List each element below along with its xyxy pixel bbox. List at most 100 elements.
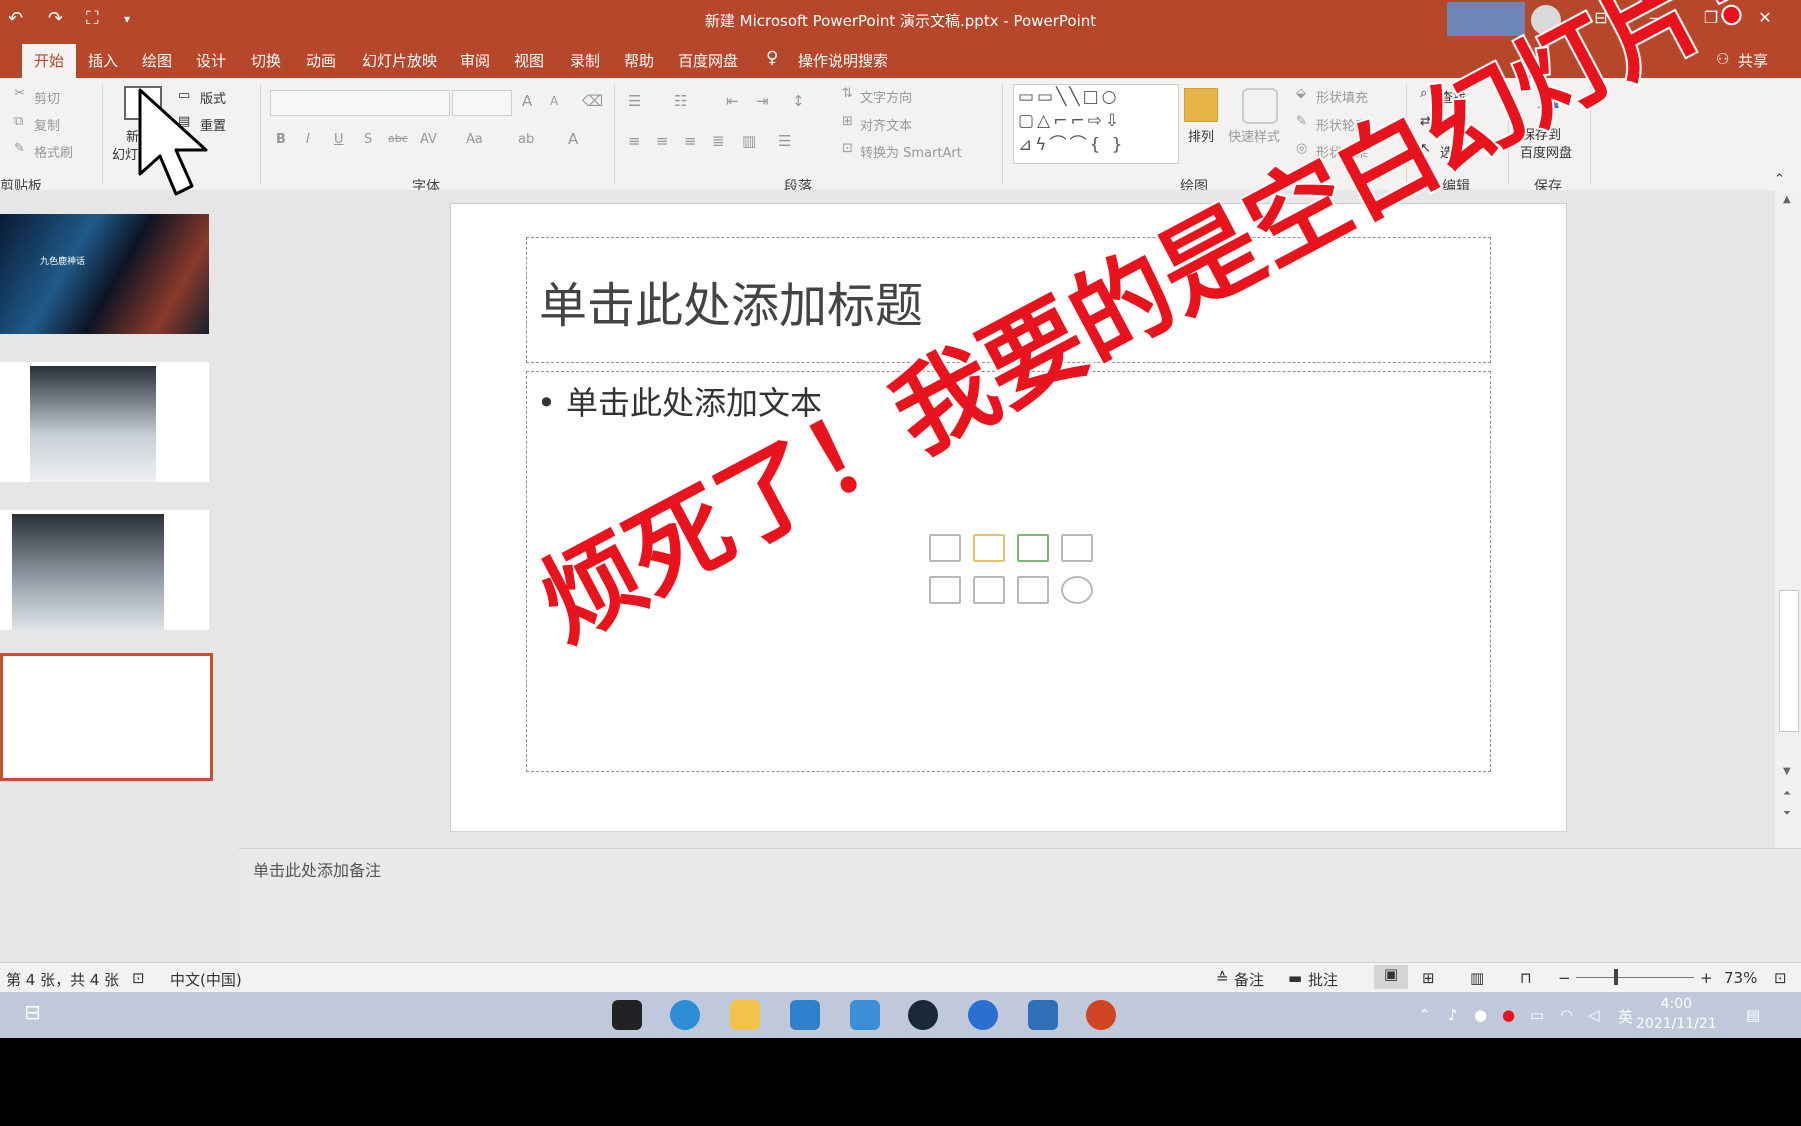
copy-button[interactable]: 复制 — [34, 115, 60, 134]
insert-table-icon[interactable] — [929, 534, 961, 562]
previous-slide-icon[interactable]: ⏶ — [1783, 788, 1791, 799]
slide-sorter-icon[interactable]: ⊞ — [1422, 969, 1435, 987]
shadow-button[interactable]: S — [364, 132, 372, 147]
increase-indent-icon[interactable]: ⇥ — [756, 92, 769, 110]
zoom-in-button[interactable]: + — [1700, 969, 1713, 987]
tab-slideshow[interactable]: 幻灯片放映 — [362, 50, 437, 71]
tell-me-search[interactable]: 操作说明搜索 — [798, 50, 888, 71]
wifi-icon[interactable]: ◠ — [1560, 1006, 1573, 1024]
reading-view-icon[interactable]: ▥ — [1470, 969, 1484, 987]
battery-icon[interactable]: ▭ — [1530, 1006, 1544, 1024]
font-size-combo[interactable] — [452, 90, 512, 116]
volume-icon[interactable]: ◁ — [1588, 1006, 1600, 1024]
decrease-indent-icon[interactable]: ⇤ — [726, 92, 739, 110]
arrange-button[interactable]: 排列 — [1188, 126, 1214, 145]
powerpoint-icon[interactable] — [1086, 1000, 1116, 1030]
tab-baidu[interactable]: 百度网盘 — [678, 50, 738, 71]
fit-to-window-icon[interactable]: ⊡ — [1774, 969, 1787, 987]
tray-app-icon[interactable]: ● — [1502, 1006, 1515, 1024]
font-name-combo[interactable] — [270, 90, 450, 116]
zoom-slider-track[interactable] — [1576, 977, 1694, 978]
notification-center-icon[interactable]: ▤ — [1746, 1006, 1760, 1024]
input-language[interactable]: 英 — [1618, 1006, 1633, 1027]
font-color-button[interactable]: A — [568, 130, 578, 148]
slide-thumbnail-4[interactable] — [0, 653, 213, 781]
clear-format-icon[interactable]: ⌫ — [582, 92, 603, 110]
slide-thumbnail-3[interactable] — [0, 510, 209, 630]
notes-pane[interactable]: 单击此处添加备注 — [239, 848, 1801, 963]
scroll-up-icon[interactable]: ▲ — [1783, 194, 1791, 205]
align-text-icon[interactable]: ☰ — [778, 132, 791, 150]
vertical-scrollbar[interactable]: ▲ ▼ ⏶ ⏷ — [1775, 190, 1801, 848]
comments-icon[interactable]: ▬ — [1288, 969, 1302, 987]
slideshow-view-icon[interactable]: ⊓ — [1520, 969, 1532, 987]
bullets-icon[interactable]: ☰ — [628, 92, 641, 110]
file-explorer-icon[interactable] — [730, 1000, 760, 1030]
insert-3d-model-icon[interactable] — [1061, 534, 1093, 562]
microphone-icon[interactable]: ♪ — [1448, 1006, 1458, 1024]
slide-thumbnail-2[interactable] — [0, 362, 209, 482]
numbering-icon[interactable]: ☷ — [674, 92, 687, 110]
insert-video-icon[interactable] — [1017, 576, 1049, 604]
tab-draw[interactable]: 绘图 — [142, 50, 172, 71]
tab-home[interactable]: 开始 — [22, 44, 77, 79]
align-right-icon[interactable]: ≡ — [684, 132, 697, 150]
accessibility-icon[interactable]: ⊡ — [132, 969, 145, 987]
show-hidden-icons-icon[interactable]: ⌃ — [1418, 1006, 1431, 1024]
slide-counter[interactable]: 第 4 张，共 4 张 — [6, 969, 119, 990]
justify-icon[interactable]: ≣ — [712, 132, 725, 150]
vscode-icon[interactable] — [790, 1000, 820, 1030]
insert-online-picture-icon[interactable] — [973, 576, 1005, 604]
shapes-gallery[interactable]: ▭▭╲╲□○ ▢△⌐⌐⇨⇩ ⊿ϟ⌒⌒{ } — [1013, 84, 1179, 164]
smartart-button[interactable]: 转换为 SmartArt — [860, 142, 962, 161]
app-icon-7[interactable] — [968, 1000, 998, 1030]
lightbulb-icon[interactable]: ♀ — [766, 48, 778, 68]
tab-animations[interactable]: 动画 — [306, 50, 336, 71]
tab-insert[interactable]: 插入 — [88, 50, 118, 71]
scroll-down-icon[interactable]: ▼ — [1783, 766, 1791, 777]
insert-chart-icon[interactable] — [973, 534, 1005, 562]
align-text-button[interactable]: 对齐文本 — [860, 115, 912, 134]
share-button[interactable]: 共享 — [1738, 50, 1768, 71]
tab-transitions[interactable]: 切换 — [251, 50, 281, 71]
zoom-out-button[interactable]: − — [1558, 969, 1571, 987]
zoom-slider-thumb[interactable] — [1614, 969, 1618, 985]
char-spacing-button[interactable]: AV — [420, 132, 437, 147]
system-clock[interactable]: 4:00 2021/11/21 — [1636, 994, 1717, 1034]
arrange-icon[interactable] — [1184, 88, 1218, 122]
tab-review[interactable]: 审阅 — [460, 50, 490, 71]
tab-design[interactable]: 设计 — [196, 50, 226, 71]
qq-icon[interactable]: ● — [1474, 1006, 1487, 1024]
cut-button[interactable]: 剪切 — [34, 88, 60, 107]
grow-font-button[interactable]: A — [522, 92, 532, 110]
collapse-ribbon-icon[interactable]: ⌃ — [1774, 172, 1785, 187]
insert-smartart-icon[interactable] — [1017, 534, 1049, 562]
text-direction-button[interactable]: 文字方向 — [860, 87, 912, 106]
line-spacing-icon[interactable]: ↕ — [792, 92, 805, 110]
normal-view-icon[interactable]: ▣ — [1374, 965, 1408, 989]
photos-icon[interactable] — [1028, 1000, 1058, 1030]
underline-button[interactable]: U — [334, 132, 344, 147]
zoom-level[interactable]: 73% — [1724, 969, 1757, 987]
shrink-font-button[interactable]: A — [550, 94, 558, 108]
highlight-button[interactable]: ab — [518, 132, 534, 147]
bold-button[interactable]: B — [276, 132, 286, 147]
language-indicator[interactable]: 中文(中国) — [170, 969, 242, 990]
change-case-button[interactable]: Aa — [466, 132, 483, 147]
steam-icon[interactable] — [908, 1000, 938, 1030]
tab-record[interactable]: 录制 — [570, 50, 600, 71]
app-icon-1[interactable] — [612, 1000, 642, 1030]
notes-toggle[interactable]: 备注 — [1234, 969, 1264, 990]
align-center-icon[interactable]: ≡ — [656, 132, 669, 150]
notes-icon[interactable]: ≙ — [1216, 969, 1229, 987]
edge-icon[interactable] — [670, 1000, 700, 1030]
insert-icons-icon[interactable] — [1061, 576, 1093, 604]
scrollbar-thumb[interactable] — [1779, 590, 1799, 732]
italic-button[interactable]: I — [306, 132, 310, 147]
strikethrough-button[interactable]: abc — [388, 132, 408, 145]
tab-view[interactable]: 视图 — [514, 50, 544, 71]
comments-toggle[interactable]: 批注 — [1308, 969, 1338, 990]
quick-styles-icon[interactable] — [1242, 88, 1278, 124]
task-view-icon[interactable]: ⊟ — [24, 1000, 41, 1024]
slide-thumbnail-1[interactable]: 九色鹿神话 — [0, 214, 209, 334]
